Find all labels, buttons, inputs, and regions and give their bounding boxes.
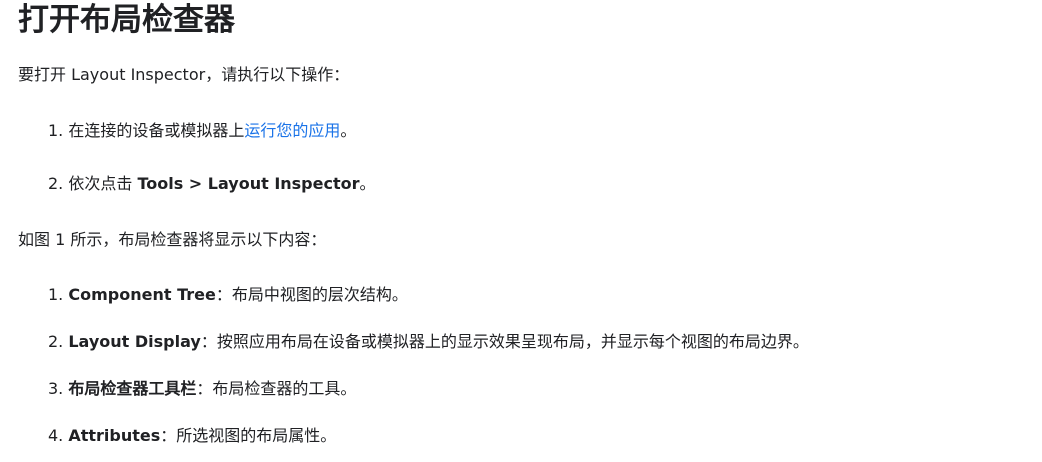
step-number: 2. bbox=[48, 174, 64, 193]
figure-intro-paragraph: 如图 1 所示，布局检查器将显示以下内容： bbox=[18, 230, 327, 249]
item-term: 布局检查器工具栏 bbox=[68, 379, 197, 398]
item-number: 3. bbox=[48, 379, 64, 398]
content-item: 4. Attributes：所选视图的布局属性。 bbox=[48, 424, 336, 448]
page-title: 打开布局检查器 bbox=[18, 2, 235, 38]
item-number: 4. bbox=[48, 426, 64, 445]
item-number: 1. bbox=[48, 285, 64, 304]
item-description: ：布局检查器的工具。 bbox=[196, 379, 357, 398]
intro-paragraph: 要打开 Layout Inspector，请执行以下操作： bbox=[18, 65, 350, 84]
step-item: 2. 依次点击 Tools > Layout Inspector。 bbox=[48, 172, 376, 196]
article: 打开布局检查器 要打开 Layout Inspector，请执行以下操作： 1.… bbox=[0, 0, 1042, 462]
step-item: 1. 在连接的设备或模拟器上运行您的应用。 bbox=[48, 119, 356, 143]
item-description: ：布局中视图的层次结构。 bbox=[215, 285, 408, 304]
step-text-end: 。 bbox=[340, 121, 357, 140]
step-text: 依次点击 bbox=[63, 174, 138, 193]
step-text: 在连接的设备或模拟器上 bbox=[63, 121, 245, 140]
item-term: Component Tree bbox=[68, 285, 216, 304]
menu-path: Tools > Layout Inspector bbox=[137, 174, 360, 193]
item-term: Attributes bbox=[68, 426, 161, 445]
item-description: ：所选视图的布局属性。 bbox=[160, 426, 337, 445]
item-description: ：按照应用布局在设备或模拟器上的显示效果呈现布局，并显示每个视图的布局边界。 bbox=[200, 332, 809, 351]
step-text-end: 。 bbox=[359, 174, 376, 193]
content-item: 2. Layout Display：按照应用布局在设备或模拟器上的显示效果呈现布… bbox=[48, 330, 809, 354]
run-app-link[interactable]: 运行您的应用 bbox=[244, 121, 340, 140]
content-item: 3. 布局检查器工具栏：布局检查器的工具。 bbox=[48, 377, 356, 401]
item-term: Layout Display bbox=[68, 332, 201, 351]
item-number: 2. bbox=[48, 332, 64, 351]
step-number: 1. bbox=[48, 121, 64, 140]
content-item: 1. Component Tree：布局中视图的层次结构。 bbox=[48, 283, 408, 307]
